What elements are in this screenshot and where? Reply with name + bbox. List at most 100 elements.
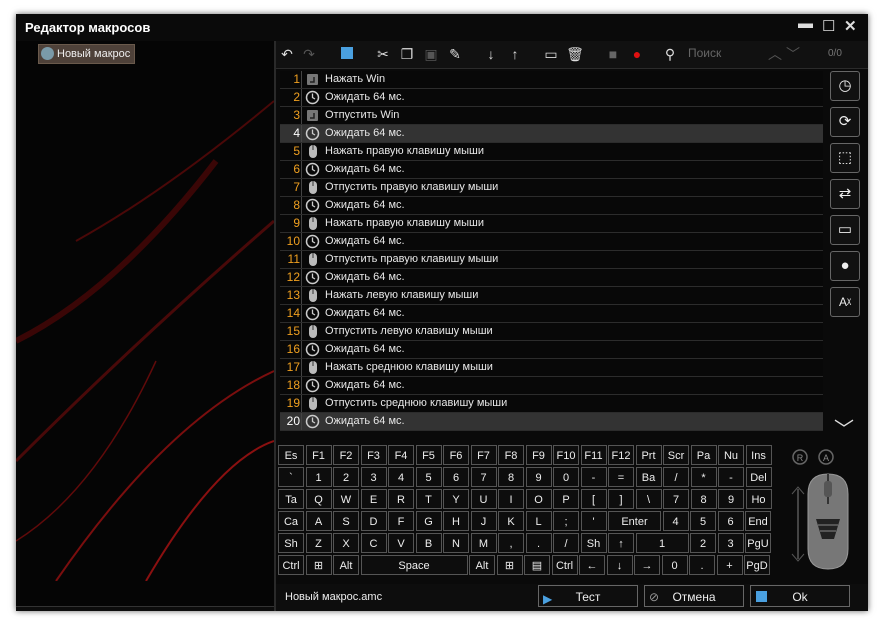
key[interactable]: F10 [553,445,579,465]
list-item[interactable]: 12 Ожидать 64 мс. [280,269,823,287]
key[interactable]: * [690,467,717,487]
list-item[interactable]: 1 Нажать Win [280,71,823,89]
key[interactable]: Prt [635,445,662,465]
key[interactable]: \ [635,489,662,509]
key[interactable]: V [388,533,414,553]
list-item[interactable]: 19 Отпустить среднюю клавишу мыши [280,395,823,413]
move-up-icon[interactable]: ↑ [506,45,524,63]
delete-delays-icon[interactable]: ▭ [542,45,560,63]
key[interactable]: . [689,555,715,575]
key[interactable]: + [716,555,743,575]
list-item[interactable]: 5 Нажать правую клавишу мыши [280,143,823,161]
action-list[interactable]: 1 Нажать Win 2 Ожидать 64 мс. 3 Отпустить Win… [280,71,823,431]
list-item[interactable]: 14 Ожидать 64 мс. [280,305,823,323]
key[interactable]: D [360,511,387,531]
key[interactable]: Ca [278,511,304,531]
key[interactable]: 9 [525,467,552,487]
key[interactable]: Es [278,445,304,465]
list-item[interactable]: 9 Нажать правую клавишу мыши [280,215,823,233]
key[interactable]: / [553,533,579,553]
edit-icon[interactable]: ✎ [446,45,464,63]
key[interactable]: Ta [278,489,304,509]
key[interactable]: ; [553,511,579,531]
comment-icon[interactable]: ▭ [830,215,860,245]
key[interactable]: ↑ [608,533,634,553]
key[interactable]: Sh [580,533,607,553]
key[interactable]: Ctrl [551,555,578,575]
key[interactable]: 2 [333,467,359,487]
key[interactable]: - [718,467,744,487]
key[interactable]: / [663,467,689,487]
list-item[interactable]: 10 Ожидать 64 мс. [280,233,823,251]
key[interactable]: [ [580,489,607,509]
list-item[interactable]: 2 Ожидать 64 мс. [280,89,823,107]
key[interactable]: F6 [443,445,469,465]
key[interactable]: F1 [305,445,332,465]
ok-button[interactable]: Ok [750,585,850,607]
key[interactable]: 8 [498,467,524,487]
key[interactable]: . [525,533,552,553]
save-icon[interactable] [338,45,356,63]
list-item[interactable]: 6 Ожидать 64 мс. [280,161,823,179]
list-item[interactable]: 20 Ожидать 64 мс. [280,413,823,431]
record-icon[interactable]: ● [628,45,646,63]
key[interactable]: K [498,511,524,531]
key[interactable]: 3 [360,467,387,487]
key[interactable]: PgU [745,533,771,553]
insert-block-icon[interactable]: ⬚ [830,143,860,173]
key[interactable]: , [498,533,524,553]
key[interactable]: 0 [553,467,579,487]
paste-icon[interactable]: ▣ [422,45,440,63]
key[interactable]: T [415,489,442,509]
scroll-down-icon[interactable]: ﹀ [834,413,854,442]
key[interactable]: ` [278,467,304,487]
list-item[interactable]: 18 Ожидать 64 мс. [280,377,823,395]
key[interactable]: = [608,467,634,487]
key[interactable]: Ba [635,467,662,487]
key[interactable]: F9 [525,445,552,465]
key[interactable]: A [305,511,332,531]
search-prev-icon[interactable]: ︿ [766,45,784,63]
key[interactable]: U [470,489,497,509]
list-item[interactable]: 15 Отпустить левую клавишу мыши [280,323,823,341]
key[interactable]: PgD [744,555,770,575]
tree-item-new-macro[interactable]: Новый макрос [38,44,136,64]
key[interactable]: H [443,511,469,531]
key[interactable]: Y [443,489,469,509]
delete-all-icon[interactable]: 🗑 [566,45,584,63]
key[interactable]: ↓ [606,555,633,575]
key[interactable]: E [360,489,387,509]
key[interactable]: Alt [469,555,495,575]
key[interactable]: F3 [360,445,387,465]
insert-delay-icon[interactable]: ◷ [830,71,860,101]
list-item[interactable]: 8 Ожидать 64 мс. [280,197,823,215]
key[interactable]: 2 [690,533,716,553]
text-insert-icon[interactable]: Aᵡ [830,287,860,317]
search-next-icon[interactable]: ﹀ [784,45,802,63]
key[interactable]: 5 [415,467,442,487]
list-item[interactable]: 11 Отпустить правую клавишу мыши [280,251,823,269]
cancel-button[interactable]: ⊘ Отмена [644,585,744,607]
key[interactable]: Alt [333,555,359,575]
test-button[interactable]: ▶ Тест [538,585,638,607]
list-item[interactable]: 4 Ожидать 64 мс. [280,125,823,143]
key[interactable]: P [553,489,579,509]
key[interactable]: 3 [717,533,744,553]
key[interactable]: O [525,489,552,509]
key[interactable]: I [498,489,524,509]
key[interactable]: Z [305,533,332,553]
key[interactable]: F4 [388,445,414,465]
key[interactable]: End [745,511,771,531]
color-drop-icon[interactable]: ● [830,251,860,281]
key[interactable]: 4 [388,467,414,487]
key[interactable]: 6 [717,511,744,531]
key[interactable]: C [360,533,387,553]
key[interactable]: 7 [470,467,497,487]
list-item[interactable]: 13 Нажать левую клавишу мыши [280,287,823,305]
key[interactable]: X [333,533,359,553]
key[interactable]: Ins [745,445,772,465]
key[interactable]: M [470,533,497,553]
key[interactable]: F11 [580,445,607,465]
repeat-block-icon[interactable]: ⇄ [830,179,860,209]
key[interactable]: F12 [608,445,634,465]
